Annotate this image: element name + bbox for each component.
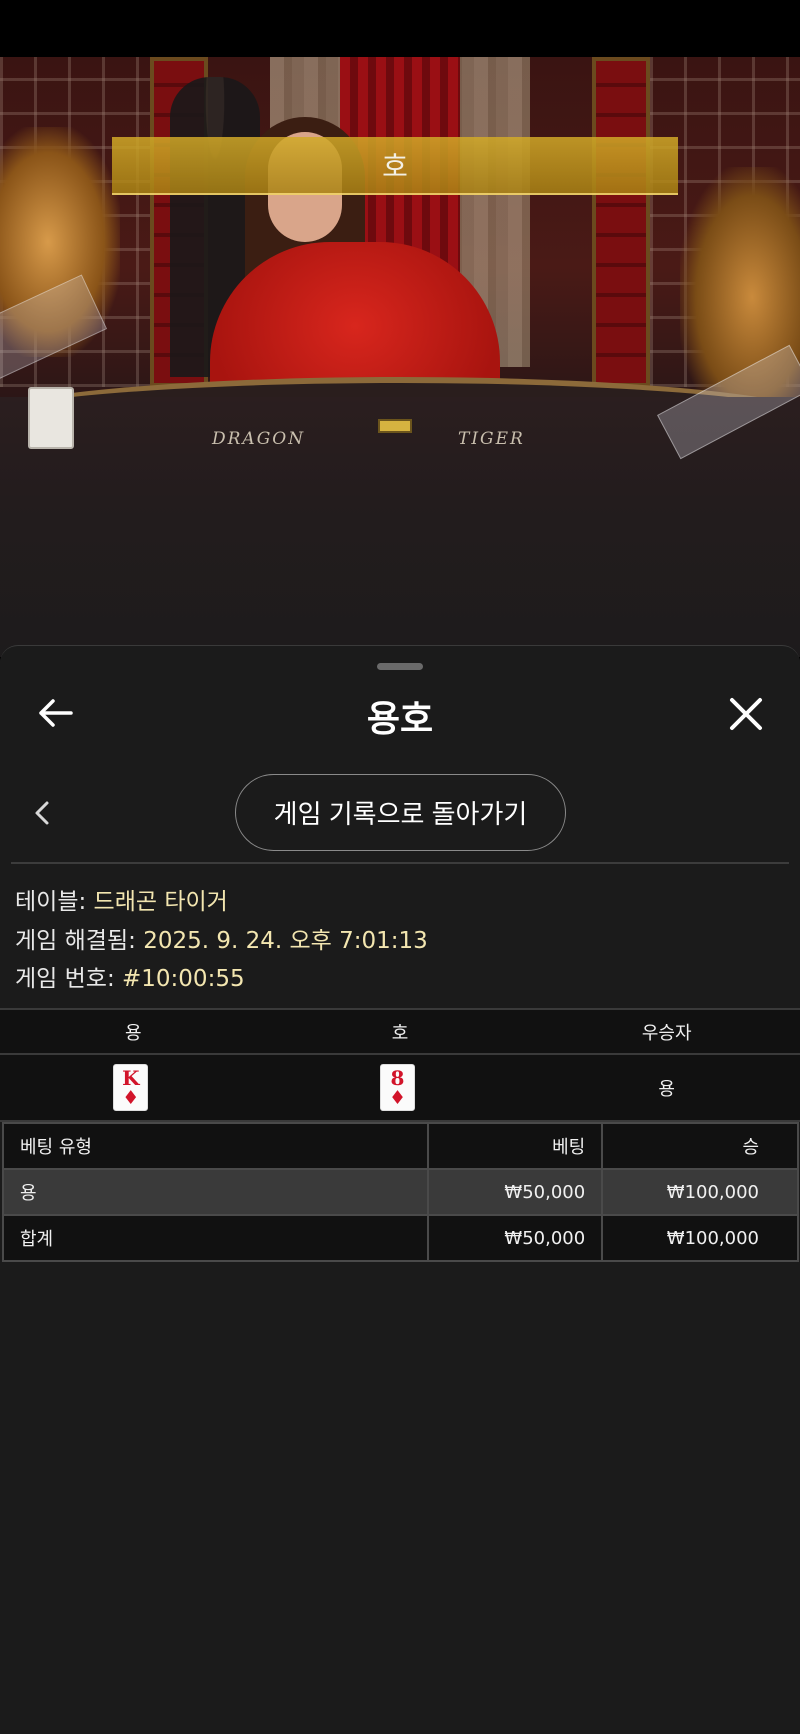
diamond-suit-icon: ♦ xyxy=(122,1086,140,1109)
cards-result-table: 용 호 우승자 K ♦ 8 ♦ 용 xyxy=(0,1008,800,1122)
total-row: 합계 ₩50,000 ₩100,000 xyxy=(1,1214,799,1262)
bets-table: 베팅 유형 베팅 승 용 ₩50,000 ₩100,000 합계 ₩50,000… xyxy=(1,1122,799,1262)
game-number-value: #10:00:55 xyxy=(122,966,245,992)
divider xyxy=(11,862,789,864)
tiger-card-rank: 8 xyxy=(390,1065,405,1090)
header-bet-type: 베팅 유형 xyxy=(1,1122,430,1170)
close-icon xyxy=(730,698,762,730)
table-label-dragon: DRAGON xyxy=(212,429,306,449)
win-amount-cell: ₩100,000 xyxy=(601,1168,799,1216)
sheet-title: 용호 xyxy=(366,699,434,740)
dragon-playing-card: K ♦ xyxy=(113,1064,149,1111)
card-box xyxy=(378,419,412,433)
cards-table-row: K ♦ 8 ♦ 용 xyxy=(0,1055,800,1122)
table-info: 테이블: 드래곤 타이거 xyxy=(15,882,228,916)
previous-game-button[interactable] xyxy=(22,788,62,838)
header-dragon: 용 xyxy=(125,1022,142,1044)
total-label-cell: 합계 xyxy=(1,1214,430,1262)
total-bet-cell: ₩50,000 xyxy=(427,1214,604,1262)
game-resolved-value: 2025. 9. 24. 오후 7:01:13 xyxy=(143,928,428,954)
history-nav: 게임 기록으로 돌아가기 xyxy=(0,774,800,854)
return-to-history-button[interactable]: 게임 기록으로 돌아가기 xyxy=(235,774,566,851)
header-win: 승 xyxy=(601,1122,799,1170)
table-row: 용 ₩50,000 ₩100,000 xyxy=(1,1168,799,1216)
bets-table-header: 베팅 유형 베팅 승 xyxy=(1,1122,799,1170)
card-deck xyxy=(28,387,74,449)
table-label-tiger: TIGER xyxy=(458,429,525,449)
chevron-left-icon xyxy=(35,801,49,825)
header-bet: 베팅 xyxy=(427,1122,604,1170)
bet-amount-cell: ₩50,000 xyxy=(427,1168,604,1216)
header-tiger: 호 xyxy=(391,1022,409,1044)
game-resolved-info: 게임 해결됨: 2025. 9. 24. 오후 7:01:13 xyxy=(15,921,428,955)
result-banner: 호 xyxy=(112,137,678,195)
sheet-header: 용호 xyxy=(0,676,800,754)
sheet-drag-handle[interactable] xyxy=(377,663,423,670)
diamond-suit-icon: ♦ xyxy=(388,1086,407,1109)
tiger-playing-card: 8 ♦ xyxy=(380,1064,415,1111)
header-winner: 우승자 xyxy=(641,1022,692,1044)
pillar-right xyxy=(592,57,650,387)
close-button[interactable] xyxy=(718,686,774,742)
table-info-label: 테이블: xyxy=(15,889,87,915)
dragon-card-rank: K xyxy=(122,1065,140,1090)
tiger-card-cell: 8 ♦ xyxy=(267,1055,534,1120)
status-bar xyxy=(0,0,800,57)
game-number-label: 게임 번호: xyxy=(15,966,115,992)
game-detail-sheet: 용호 게임 기록으로 돌아가기 테이블: 드래곤 타이거 게임 해결됨: 202… xyxy=(0,645,800,1734)
table-info-value: 드래곤 타이거 xyxy=(93,889,228,915)
game-number-info: 게임 번호: #10:00:55 xyxy=(15,959,245,993)
bet-type-cell: 용 xyxy=(1,1168,430,1216)
winner-cell: 용 xyxy=(658,1078,675,1100)
total-win-cell: ₩100,000 xyxy=(601,1214,799,1262)
cards-table-header: 용 호 우승자 xyxy=(0,1010,800,1055)
live-video-stream: DRAGON TIGER 호 xyxy=(0,57,800,657)
game-resolved-label: 게임 해결됨: xyxy=(15,928,136,954)
dragon-card-cell: K ♦ xyxy=(0,1055,267,1120)
